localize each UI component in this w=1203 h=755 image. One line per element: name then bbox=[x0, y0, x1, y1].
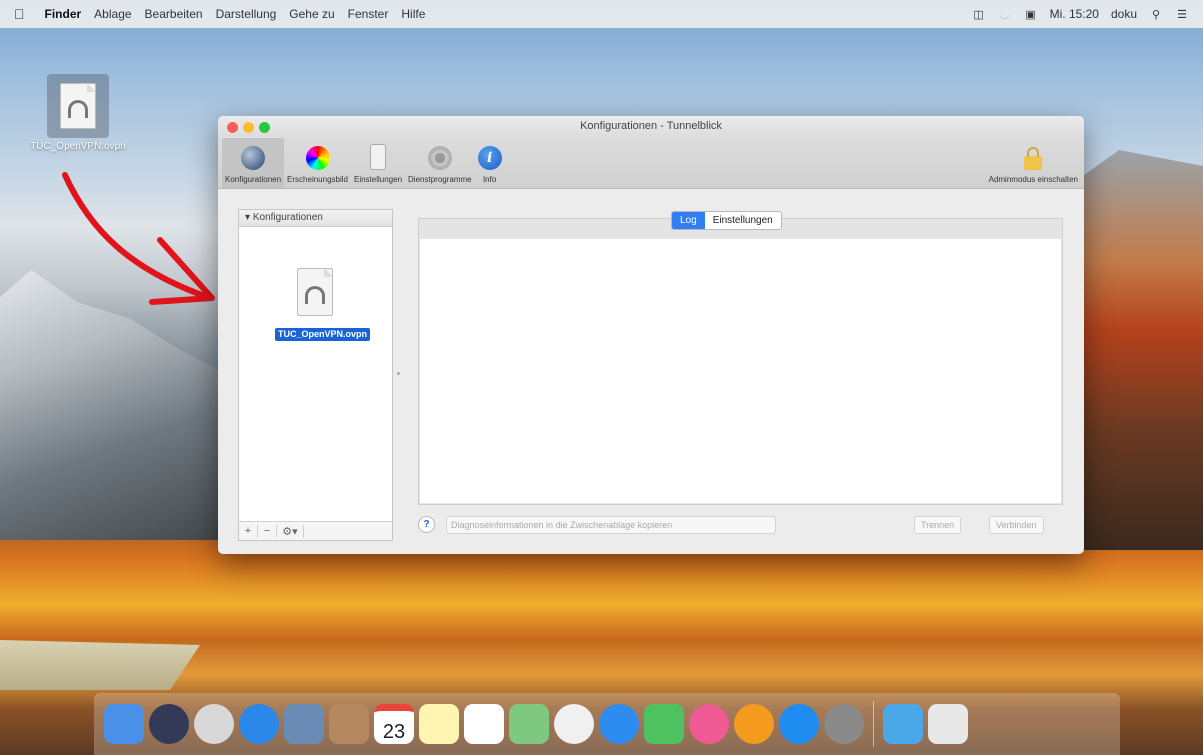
contacts-icon[interactable] bbox=[329, 704, 369, 744]
configurations-footer: + − ⚙▾ bbox=[239, 521, 392, 540]
toolbar-einstellungen-label: Einstellungen bbox=[353, 175, 403, 184]
photo-viewer-icon[interactable] bbox=[284, 704, 324, 744]
safari-icon[interactable] bbox=[239, 704, 279, 744]
help-button[interactable]: ? bbox=[418, 516, 435, 533]
maps-icon[interactable] bbox=[509, 704, 549, 744]
configuration-actions-menu[interactable]: ⚙▾ bbox=[277, 524, 304, 538]
lock-icon bbox=[1024, 147, 1043, 170]
siri-icon[interactable] bbox=[149, 704, 189, 744]
configurations-header[interactable]: ▾ Konfigurationen bbox=[239, 210, 392, 227]
display-mirroring-icon[interactable]: ▣ bbox=[1024, 8, 1038, 21]
launchpad-icon[interactable] bbox=[194, 704, 234, 744]
toolbar-dienstprogramme-label: Dienstprogramme bbox=[408, 175, 472, 184]
admin-mode-button[interactable]: Adminmodus einschalten bbox=[989, 144, 1078, 184]
facetime-icon[interactable] bbox=[644, 704, 684, 744]
finder-icon[interactable] bbox=[104, 704, 144, 744]
menu-bearbeiten[interactable]: Bearbeiten bbox=[145, 7, 203, 21]
calendar-icon[interactable]: 23 bbox=[374, 704, 414, 744]
tunnel-config-file-icon bbox=[297, 268, 333, 316]
ibooks-icon[interactable] bbox=[734, 704, 774, 744]
system-preferences-icon[interactable] bbox=[824, 704, 864, 744]
window-titlebar[interactable]: Konfigurationen - Tunnelblick bbox=[218, 116, 1084, 138]
notification-center-icon[interactable]: ☰ bbox=[1175, 8, 1189, 21]
toolbar-konfigurationen[interactable]: Konfigurationen bbox=[222, 138, 285, 188]
toolbar-einstellungen[interactable]: Einstellungen bbox=[351, 138, 405, 188]
details-tabs: Log Einstellungen bbox=[671, 211, 782, 230]
split-view-divider[interactable] bbox=[396, 212, 402, 536]
downloads-folder-icon[interactable] bbox=[883, 704, 923, 744]
messages-icon[interactable] bbox=[599, 704, 639, 744]
menu-darstellung[interactable]: Darstellung bbox=[216, 7, 277, 21]
user-name[interactable]: doku bbox=[1111, 7, 1137, 21]
menu-finder[interactable]: Finder bbox=[45, 7, 82, 21]
info-icon: i bbox=[477, 146, 502, 170]
wifi-icon[interactable]: ◡ bbox=[998, 8, 1012, 21]
remove-configuration-button[interactable]: − bbox=[258, 525, 277, 537]
color-wheel-icon bbox=[305, 146, 330, 170]
red-arrow-annotation bbox=[62, 172, 215, 305]
add-configuration-button[interactable]: + bbox=[239, 525, 258, 537]
toolbar-dienstprogramme[interactable]: Dienstprogramme bbox=[405, 138, 475, 188]
copy-diagnostics-button[interactable]: Diagnoseinformationen in die Zwischenabl… bbox=[446, 516, 776, 534]
window-toolbar: Konfigurationen Erscheinungsbild Einstel… bbox=[218, 138, 1084, 189]
dock: 23 bbox=[94, 693, 1120, 755]
menu-extras: ◫ ◡ ▣ Mi. 15:20 doku ⚲ ☰ bbox=[972, 7, 1189, 21]
menu-ablage[interactable]: Ablage bbox=[94, 7, 131, 21]
desktop-file-label: TUC_OpenVPN.ovpn bbox=[30, 141, 126, 152]
itunes-icon[interactable] bbox=[689, 704, 729, 744]
tab-einstellungen[interactable]: Einstellungen bbox=[705, 212, 781, 229]
configuration-item-label: TUC_OpenVPN.ovpn bbox=[275, 328, 371, 341]
tunnel-config-file-icon bbox=[60, 83, 96, 129]
clock[interactable]: Mi. 15:20 bbox=[1050, 7, 1099, 21]
menu-bar:  Finder Ablage Bearbeiten Darstellung G… bbox=[0, 0, 1203, 28]
toolbar-info[interactable]: i Info bbox=[475, 138, 505, 188]
tab-log[interactable]: Log bbox=[672, 212, 705, 229]
trash-icon[interactable] bbox=[928, 704, 968, 744]
toolbar-info-label: Info bbox=[482, 175, 497, 184]
dock-separator bbox=[873, 701, 874, 747]
spotlight-search-icon[interactable]: ⚲ bbox=[1149, 8, 1163, 21]
connect-button[interactable]: Verbinden bbox=[989, 516, 1044, 534]
log-text-area[interactable] bbox=[420, 239, 1061, 503]
gear-icon bbox=[427, 146, 452, 170]
photos-icon[interactable] bbox=[554, 704, 594, 744]
window-title: Konfigurationen - Tunnelblick bbox=[580, 120, 722, 132]
wallpaper-shore bbox=[0, 640, 200, 690]
tunnelblick-status-icon[interactable]: ◫ bbox=[972, 8, 986, 21]
toolbar-erscheinungsbild[interactable]: Erscheinungsbild bbox=[284, 138, 351, 188]
admin-mode-label: Adminmodus einschalten bbox=[988, 175, 1078, 184]
menu-fenster[interactable]: Fenster bbox=[348, 7, 389, 21]
wallpaper-mountain-right bbox=[1063, 150, 1203, 550]
globe-icon bbox=[241, 146, 266, 170]
details-panel: Log Einstellungen bbox=[418, 211, 1063, 505]
app-store-icon[interactable] bbox=[779, 704, 819, 744]
notes-icon[interactable] bbox=[419, 704, 459, 744]
toolbar-konfigurationen-label: Konfigurationen bbox=[225, 175, 282, 184]
tunnelblick-window: Konfigurationen - Tunnelblick Konfigurat… bbox=[218, 116, 1084, 554]
reminders-icon[interactable] bbox=[464, 704, 504, 744]
desktop-file-ovpn[interactable]: TUC_OpenVPN.ovpn bbox=[28, 74, 128, 153]
toolbar-erscheinungsbild-label: Erscheinungsbild bbox=[287, 175, 348, 184]
configuration-item[interactable]: TUC_OpenVPN.ovpn bbox=[275, 268, 371, 341]
menu-gehe-zu[interactable]: Gehe zu bbox=[289, 7, 334, 21]
disconnect-button[interactable]: Trennen bbox=[914, 516, 962, 534]
configurations-list: ▾ Konfigurationen TUC_OpenVPN.ovpn + − ⚙… bbox=[238, 209, 393, 541]
desktop-file-icon-selection bbox=[47, 74, 109, 138]
apple-menu-icon[interactable]:  bbox=[14, 6, 25, 22]
settings-device-icon bbox=[370, 144, 386, 170]
menu-hilfe[interactable]: Hilfe bbox=[401, 7, 425, 21]
